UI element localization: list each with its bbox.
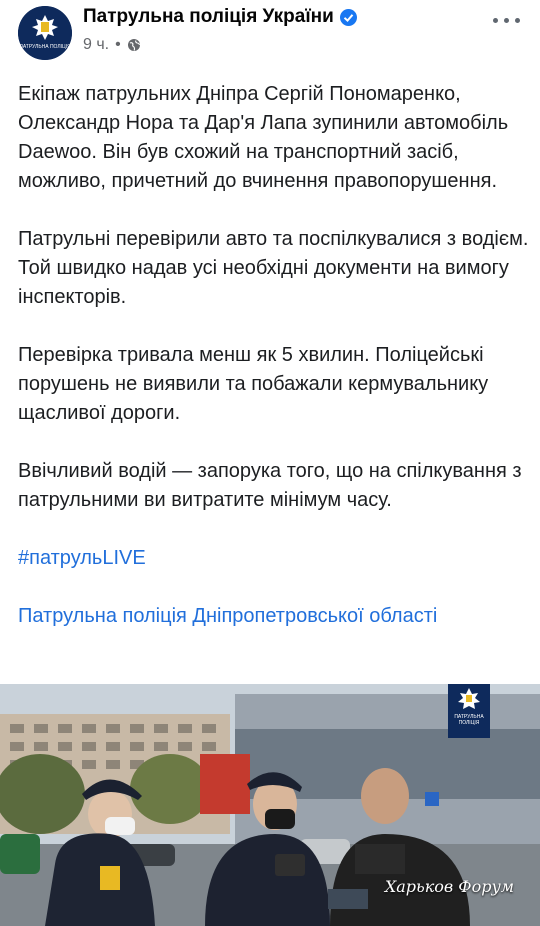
- avatar-label: ПАТРУЛЬНА ПОЛІЦІЯ: [19, 44, 71, 50]
- post-photo[interactable]: ПАТРУЛЬНА ПОЛІЦІЯ Харьков Форум: [0, 684, 540, 926]
- photo-watermark: Харьков Форум: [384, 877, 514, 896]
- tagged-page-link[interactable]: Патрульна поліція Дніпропетровської обла…: [18, 602, 530, 631]
- photo-logo-label: ПАТРУЛЬНА ПОЛІЦІЯ: [454, 714, 484, 726]
- post-body: Екіпаж патрульних Дніпра Сергій Пономаре…: [18, 80, 530, 631]
- police-badge-icon: ПАТРУЛЬНА ПОЛІЦІЯ: [18, 6, 72, 60]
- post-paragraph: Екіпаж патрульних Дніпра Сергій Пономаре…: [18, 83, 509, 192]
- more-options-icon[interactable]: [490, 10, 524, 30]
- page-name-row: Патрульна поліція України: [83, 6, 357, 28]
- hashtag-link[interactable]: #патрульLIVE: [18, 544, 530, 573]
- page-name[interactable]: Патрульна поліція України: [83, 6, 334, 28]
- post-paragraph: Перевірка тривала менш як 5 хвилин. Полі…: [18, 344, 489, 424]
- post-meta: 9 ч. •: [83, 36, 141, 54]
- post-paragraph: Ввічливий водій — запорука того, що на с…: [18, 460, 522, 511]
- page-avatar[interactable]: ПАТРУЛЬНА ПОЛІЦІЯ: [18, 6, 72, 60]
- post-paragraph: Патрульні перевірили авто та поспілкувал…: [18, 228, 529, 308]
- post-timestamp[interactable]: 9 ч.: [83, 36, 109, 54]
- verified-badge-icon: [339, 8, 357, 26]
- police-logo-icon: ПАТРУЛЬНА ПОЛІЦІЯ: [448, 684, 490, 738]
- meta-separator: •: [115, 36, 121, 53]
- post-header: ПАТРУЛЬНА ПОЛІЦІЯ Патрульна поліція Укра…: [0, 0, 540, 62]
- globe-icon: [127, 38, 141, 52]
